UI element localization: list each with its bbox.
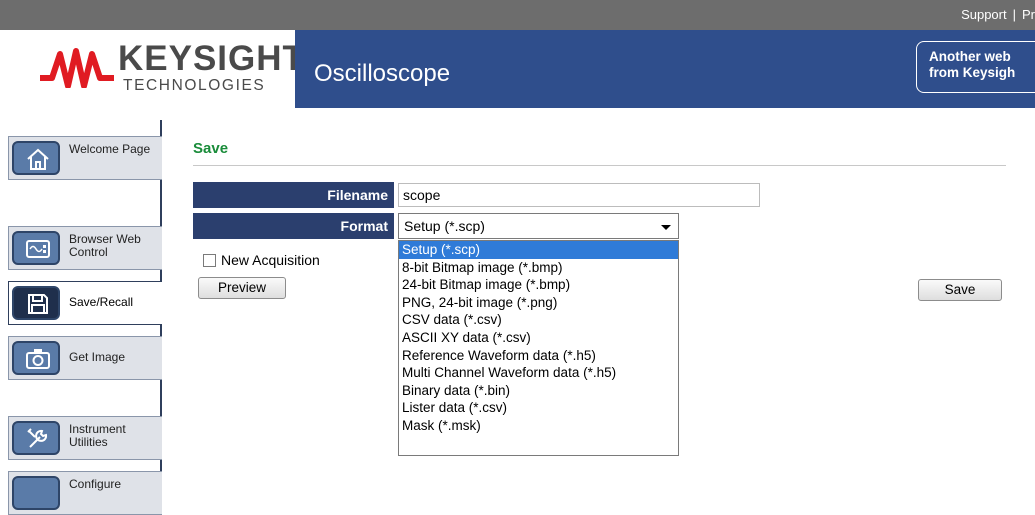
tools-icon xyxy=(12,421,60,455)
logo-wave-icon xyxy=(40,48,114,88)
sidebar-item-label: Welcome Page xyxy=(69,142,151,156)
logo-wordmark: KEYSIGHT xyxy=(118,39,305,78)
format-option[interactable]: CSV data (*.csv) xyxy=(399,311,678,329)
floppy-disk-icon xyxy=(12,286,60,320)
format-option[interactable]: 8-bit Bitmap image (*.bmp) xyxy=(399,259,678,277)
sidebar-item-save-recall[interactable]: Save/Recall xyxy=(8,281,162,325)
format-option[interactable]: Reference Waveform data (*.h5) xyxy=(399,347,678,365)
save-button[interactable]: Save xyxy=(918,279,1002,301)
another-web-line2: from Keysigh xyxy=(929,65,1016,80)
section-divider xyxy=(193,165,1006,166)
chevron-down-icon xyxy=(661,225,671,230)
format-option[interactable]: Binary data (*.bin) xyxy=(399,382,678,400)
top-links: Support | Pr xyxy=(961,7,1035,22)
section-title: Save xyxy=(193,140,229,157)
sidebar-item-label: Configure xyxy=(69,477,122,491)
format-option[interactable]: Setup (*.scp) xyxy=(399,241,678,259)
format-option[interactable]: 24-bit Bitmap image (*.bmp) xyxy=(399,276,678,294)
browser-control-icon xyxy=(12,231,60,265)
camera-icon xyxy=(12,341,60,375)
configure-icon xyxy=(12,476,60,510)
sidebar-item-configure[interactable]: Configure xyxy=(8,471,162,515)
sidebar-item-get-image[interactable]: Get Image xyxy=(8,336,162,380)
header: KEYSIGHT TECHNOLOGIES Oscilloscope Anoth… xyxy=(0,30,1035,108)
sidebar-item-label: Instrument Utilities xyxy=(69,422,126,449)
preview-button[interactable]: Preview xyxy=(198,277,286,299)
another-web-button[interactable]: Another web from Keysigh xyxy=(916,41,1035,93)
new-acquisition-checkbox[interactable] xyxy=(203,254,216,267)
format-option[interactable]: Lister data (*.csv) xyxy=(399,399,678,417)
filename-label: Filename xyxy=(193,182,394,208)
format-select[interactable]: Setup (*.scp) xyxy=(398,213,679,239)
home-icon xyxy=(12,141,60,175)
top-bar: Support | Pr xyxy=(0,0,1035,30)
format-dropdown-list: Setup (*.scp) 8-bit Bitmap image (*.bmp)… xyxy=(398,240,679,456)
link-separator: | xyxy=(1012,7,1016,22)
truncated-link[interactable]: Pr xyxy=(1022,7,1035,22)
sidebar: Welcome Page Browser Web Control Save/Re… xyxy=(0,120,165,515)
sidebar-item-label: Save/Recall xyxy=(69,295,134,309)
sidebar-item-browser-web-control[interactable]: Browser Web Control xyxy=(8,226,162,270)
sidebar-item-label: Browser Web Control xyxy=(69,232,141,259)
format-option[interactable]: PNG, 24-bit image (*.png) xyxy=(399,294,678,312)
new-acquisition-label: New Acquisition xyxy=(221,252,320,268)
format-option[interactable]: ASCII XY data (*.csv) xyxy=(399,329,678,347)
format-select-value: Setup (*.scp) xyxy=(404,218,485,234)
support-link[interactable]: Support xyxy=(961,7,1007,22)
keysight-logo[interactable]: KEYSIGHT TECHNOLOGIES xyxy=(0,30,304,108)
format-option[interactable]: Mask (*.msk) xyxy=(399,417,678,435)
sidebar-item-instrument-utilities[interactable]: Instrument Utilities xyxy=(8,416,162,460)
sidebar-item-label: Get Image xyxy=(69,350,126,364)
logo-subtitle: TECHNOLOGIES xyxy=(123,77,266,94)
another-web-line1: Another web xyxy=(929,49,1011,64)
sidebar-item-welcome[interactable]: Welcome Page xyxy=(8,136,162,180)
filename-field[interactable] xyxy=(398,183,760,207)
page-title: Oscilloscope xyxy=(314,60,451,87)
format-option[interactable]: Multi Channel Waveform data (*.h5) xyxy=(399,364,678,382)
format-label: Format xyxy=(193,213,394,239)
header-banner: Oscilloscope Another web from Keysigh xyxy=(295,30,1035,108)
